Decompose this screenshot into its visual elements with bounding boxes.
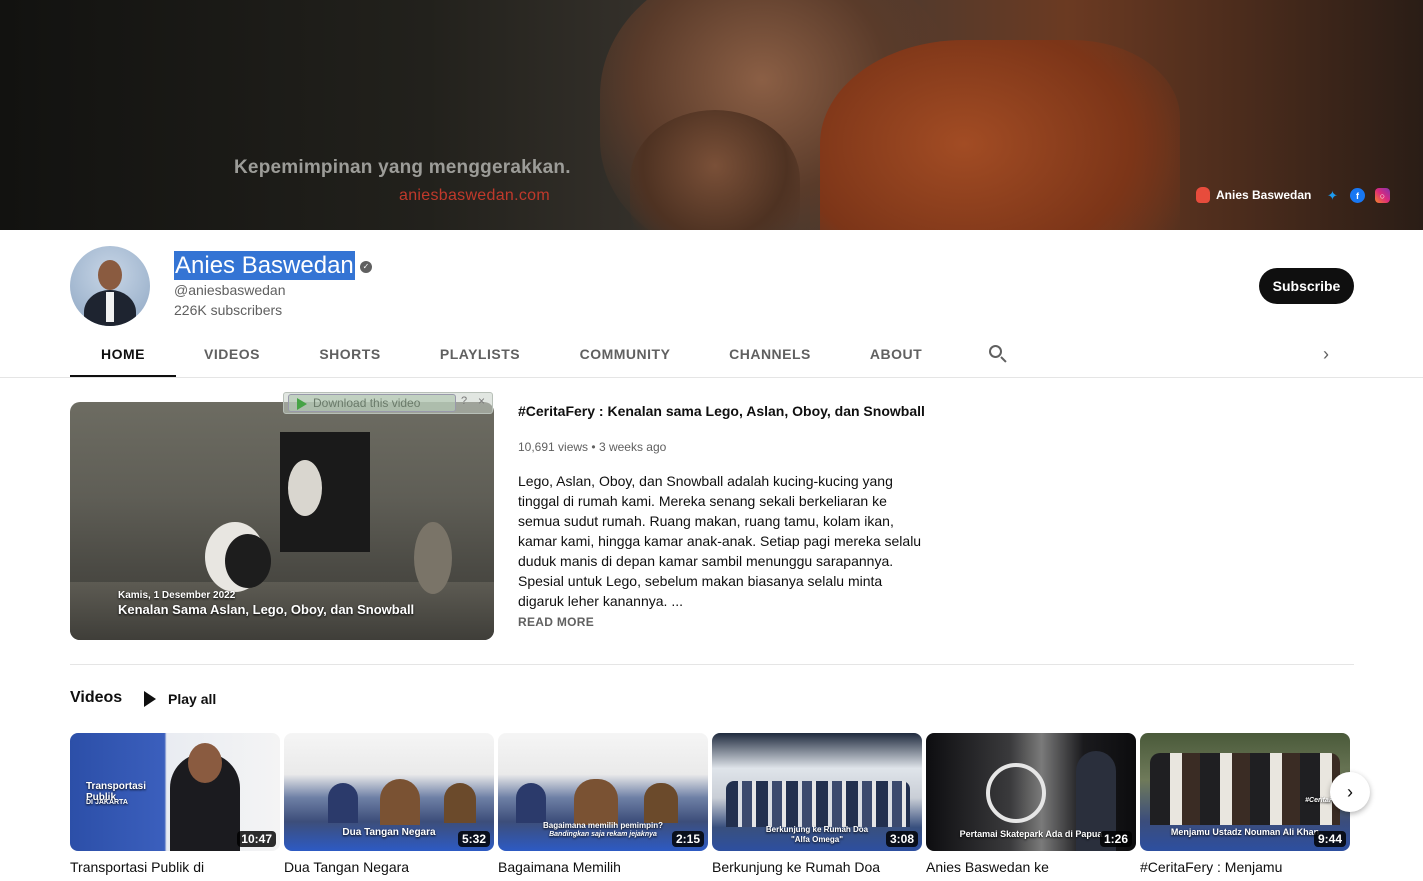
videos-shelf-title[interactable]: Videos: [70, 689, 122, 707]
banner-shirt: [820, 40, 1180, 230]
video-thumbnail[interactable]: Pertamai Skatepark Ada di Papua 1:26: [926, 733, 1136, 851]
video-duration: 9:44: [1313, 831, 1346, 847]
subscriber-count: 226K subscribers: [174, 302, 283, 318]
subscribe-button[interactable]: Subscribe: [1259, 268, 1354, 304]
avatar-head: [98, 260, 122, 290]
channel-avatar: [70, 246, 150, 326]
featured-video-meta: 10,691 views • 3 weeks ago: [518, 440, 666, 454]
video-card[interactable]: Berkunjung ke Rumah Doa "Alfa Omega" 3:0…: [712, 733, 922, 875]
thumb-person: [574, 779, 618, 825]
channel-banner: Kepemimpinan yang menggerakkan. aniesbas…: [0, 0, 1423, 230]
video-card[interactable]: Transportasi Publik DI JAKARTA 10:47 Tra…: [70, 733, 280, 875]
video-card[interactable]: Dua Tangan Negara 5:32 Dua Tangan Negara: [284, 733, 494, 875]
video-card[interactable]: Bagaimana memilih pemimpin? Bandingkan s…: [498, 733, 708, 875]
download-close-button[interactable]: ×: [478, 394, 492, 410]
featured-views: 10,691 views: [518, 440, 589, 454]
video-thumb-caption-sub: DI JAKARTA: [86, 799, 128, 806]
banner-social-links: ✦ f ○: [1325, 188, 1390, 203]
channel-name: Anies Baswedan: [174, 251, 355, 280]
video-title[interactable]: Transportasi Publik di: [70, 859, 280, 875]
featured-thumb-date: Kamis, 1 Desember 2022: [118, 590, 236, 601]
tab-about[interactable]: ABOUT: [838, 330, 954, 378]
video-card[interactable]: #CeritaFery: Menjamu Ustadz Nouman Ali K…: [1140, 733, 1350, 875]
video-duration: 10:47: [237, 831, 276, 847]
banner-brand-link[interactable]: Anies Baswedan: [1196, 187, 1311, 203]
search-icon[interactable]: [988, 344, 1008, 364]
thumb-cat-black: [225, 534, 271, 588]
channel-handle: @aniesbaswedan: [174, 282, 286, 298]
tab-channels[interactable]: CHANNELS: [702, 330, 838, 378]
thumb-cat-white-standing: [288, 460, 322, 516]
tab-community[interactable]: COMMUNITY: [548, 330, 702, 378]
featured-age: 3 weeks ago: [598, 440, 667, 454]
banner-brand-label: Anies Baswedan: [1216, 188, 1312, 202]
shelf-next-button[interactable]: ›: [1330, 772, 1370, 812]
video-duration: 3:08: [885, 831, 918, 847]
video-title[interactable]: Bagaimana Memilih: [498, 859, 708, 875]
download-help-button[interactable]: ?: [461, 395, 475, 411]
facebook-icon[interactable]: f: [1350, 188, 1365, 203]
channel-tabs: HOME VIDEOS SHORTS PLAYLISTS COMMUNITY C…: [70, 330, 954, 378]
featured-video-thumbnail[interactable]: Kamis, 1 Desember 2022 Kenalan Sama Asla…: [70, 402, 494, 640]
thumb-person: [516, 783, 546, 823]
chevron-right-icon[interactable]: ›: [1316, 344, 1336, 364]
video-thumbnail[interactable]: Bagaimana memilih pemimpin? Bandingkan s…: [498, 733, 708, 851]
search-handle: [1000, 356, 1007, 363]
video-card[interactable]: Pertamai Skatepark Ada di Papua 1:26 Ani…: [926, 733, 1136, 875]
thumb-person-head: [188, 743, 222, 783]
video-title[interactable]: Dua Tangan Negara: [284, 859, 494, 875]
download-label: Download this video: [313, 396, 421, 410]
video-duration: 1:26: [1099, 831, 1132, 847]
banner-tagline: Kepemimpinan yang menggerakkan.: [234, 157, 571, 178]
play-icon: [144, 691, 156, 707]
play-icon: [297, 398, 307, 410]
thumb-group-photo: [1150, 753, 1340, 825]
video-thumbnail[interactable]: #CeritaFery: Menjamu Ustadz Nouman Ali K…: [1140, 733, 1350, 851]
video-thumb-caption: Bagaimana memilih pemimpin?: [542, 821, 664, 830]
thumb-person: [444, 783, 476, 823]
twitter-icon[interactable]: ✦: [1325, 188, 1340, 203]
tab-home[interactable]: HOME: [70, 330, 176, 378]
video-title[interactable]: Anies Baswedan ke: [926, 859, 1136, 875]
featured-video-title[interactable]: #CeritaFery : Kenalan sama Lego, Aslan, …: [518, 403, 925, 419]
section-divider: [70, 664, 1354, 665]
verified-icon: ✓: [360, 261, 372, 273]
instagram-icon[interactable]: ○: [1375, 188, 1390, 203]
thumb-person: [644, 783, 678, 823]
thumb-person: [328, 783, 358, 823]
tab-playlists[interactable]: PLAYLISTS: [412, 330, 548, 378]
featured-video-description: Lego, Aslan, Oboy, dan Snowball adalah k…: [518, 473, 922, 609]
thumb-cat-tabby: [414, 522, 452, 594]
play-all-button[interactable]: Play all: [138, 685, 216, 713]
avatar-shirt: [106, 292, 114, 322]
video-duration: 5:32: [457, 831, 490, 847]
video-thumbnail[interactable]: Dua Tangan Negara 5:32: [284, 733, 494, 851]
meta-dot: •: [591, 440, 599, 454]
tab-shorts[interactable]: SHORTS: [288, 330, 412, 378]
banner-site: aniesbaswedan.com: [399, 187, 550, 204]
tabs-divider: [0, 377, 1423, 378]
video-thumbnail[interactable]: Transportasi Publik DI JAKARTA 10:47: [70, 733, 280, 851]
tab-videos[interactable]: VIDEOS: [176, 330, 288, 378]
thumb-person: [380, 779, 420, 825]
thumb-group-photo: [726, 781, 910, 827]
play-all-label: Play all: [168, 691, 217, 707]
download-video-button[interactable]: Download this video: [288, 394, 456, 412]
featured-thumb-title: Kenalan Sama Aslan, Lego, Oboy, dan Snow…: [118, 602, 415, 617]
thumb-skate-logo: [986, 763, 1046, 823]
video-duration: 2:15: [671, 831, 704, 847]
video-title[interactable]: Berkunjung ke Rumah Doa: [712, 859, 922, 875]
video-thumbnail[interactable]: Berkunjung ke Rumah Doa "Alfa Omega" 3:0…: [712, 733, 922, 851]
raised-hand-icon: [1196, 187, 1210, 203]
read-more-button[interactable]: READ MORE: [518, 615, 594, 629]
video-title[interactable]: #CeritaFery : Menjamu: [1140, 859, 1350, 875]
